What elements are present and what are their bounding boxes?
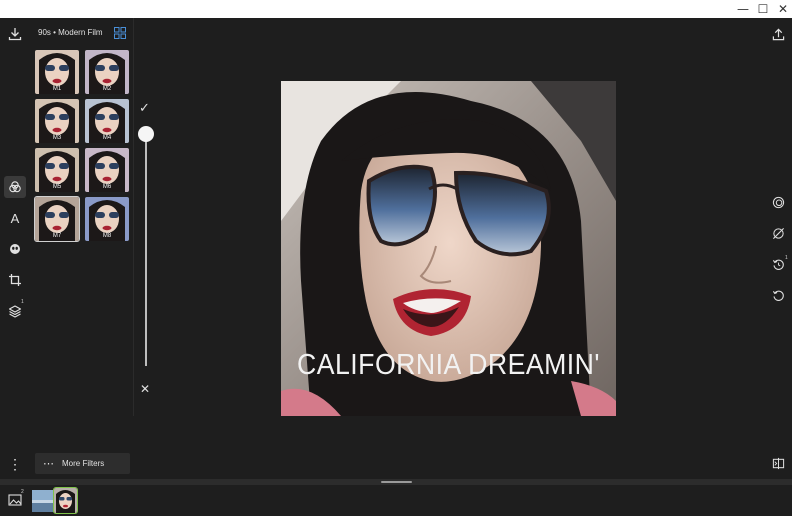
filter-thumbnail[interactable]: M7 <box>34 196 80 242</box>
filmstrip-thumbnail-landscape[interactable] <box>32 490 54 512</box>
more-filters-label: More Filters <box>62 459 105 468</box>
undo-button[interactable] <box>769 286 787 304</box>
photo-caption-text[interactable]: CALIFORNIA DREAMIN' <box>294 349 602 382</box>
filters-tool-button[interactable] <box>4 176 26 198</box>
vignette-icon <box>772 196 784 208</box>
left-toolbar: A 1 ⋮ <box>0 18 30 478</box>
apply-filter-button[interactable]: ✓ <box>139 100 150 116</box>
filter-thumbnail-label: M2 <box>102 86 112 92</box>
filter-thumbnail[interactable]: M3 <box>35 99 79 143</box>
filter-thumbnail-label: M1 <box>52 86 62 92</box>
undo-history-button[interactable]: 1 <box>769 255 788 273</box>
filter-thumbnail[interactable]: M4 <box>85 99 129 143</box>
strength-slider-track[interactable] <box>145 134 147 366</box>
crop-icon <box>9 274 21 286</box>
remove-effect-icon <box>772 227 784 239</box>
undo-icon <box>772 290 784 301</box>
window-titlebar: — ☐ ✕ <box>0 0 792 18</box>
landscape-thumbnail <box>32 490 54 512</box>
remove-effect-button[interactable] <box>769 224 787 242</box>
cancel-filter-button[interactable]: ✕ <box>140 382 150 396</box>
download-button[interactable] <box>4 23 26 45</box>
filter-thumbnail[interactable]: M8 <box>85 197 129 241</box>
filter-thumbnail[interactable]: M6 <box>85 148 129 192</box>
crop-tool-button[interactable] <box>4 269 26 291</box>
filter-thumbnail-label: M6 <box>102 184 112 190</box>
filmstrip-thumbnail-portrait[interactable] <box>53 487 78 514</box>
compare-button[interactable] <box>769 454 787 472</box>
filter-thumbnail[interactable]: M5 <box>35 148 79 192</box>
sticker-icon <box>10 244 20 254</box>
text-tool-button[interactable]: A <box>4 207 26 229</box>
more-horizontal-icon: ⋯ <box>43 458 54 470</box>
filmstrip: 2 <box>0 485 792 516</box>
text-icon: A <box>10 210 20 226</box>
gallery-button[interactable]: 2 <box>8 489 24 507</box>
filter-thumbnail-label: M5 <box>52 184 62 190</box>
portrait-thumbnail <box>54 488 77 513</box>
filmstrip-resize-handle[interactable] <box>381 481 412 483</box>
minimize-button[interactable]: — <box>734 1 752 17</box>
filter-thumbnail-label: M7 <box>52 233 62 239</box>
more-options-button[interactable]: ⋮ <box>4 453 26 475</box>
more-filters-button[interactable]: ⋯ More Filters <box>35 453 130 474</box>
close-icon: ✕ <box>140 382 151 396</box>
vignette-button[interactable] <box>769 193 787 211</box>
more-vertical-icon: ⋮ <box>8 455 22 472</box>
filter-thumbnail-label: M4 <box>102 135 112 141</box>
history-count-badge: 1 <box>785 255 788 261</box>
gallery-icon <box>8 494 22 506</box>
strength-slider-handle[interactable] <box>138 126 154 142</box>
photo-canvas[interactable]: CALIFORNIA DREAMIN' <box>281 81 616 416</box>
filter-strength-column: ✓ ✕ <box>134 18 158 416</box>
sticker-tool-button[interactable] <box>4 238 26 260</box>
filter-thumbnail[interactable]: M1 <box>35 50 79 94</box>
download-icon <box>8 28 22 41</box>
maximize-button[interactable]: ☐ <box>754 1 772 17</box>
share-button[interactable] <box>769 25 787 43</box>
filters-icon <box>9 181 21 193</box>
layers-icon <box>8 305 22 318</box>
undo-history-icon <box>772 259 784 270</box>
grid-view-icon[interactable] <box>114 27 126 39</box>
close-window-button[interactable]: ✕ <box>774 1 792 17</box>
compare-icon <box>772 457 784 469</box>
layers-tool-button[interactable]: 1 <box>4 299 26 322</box>
right-toolbar: 1 <box>766 18 790 478</box>
check-icon: ✓ <box>139 100 150 115</box>
layers-count-badge: 1 <box>21 299 24 305</box>
editor-app: A 1 ⋮ 90s • Modern Film M1 M2 M3 M4 M5 M6 M7 M8… <box>0 18 792 516</box>
share-icon <box>772 28 784 40</box>
gallery-count-badge: 2 <box>21 489 24 495</box>
filter-category-title: 90s • Modern Film <box>38 28 103 37</box>
filter-thumbnail[interactable]: M2 <box>85 50 129 94</box>
filter-thumbnail-label: M3 <box>52 135 62 141</box>
filter-panel: 90s • Modern Film M1 M2 M3 M4 M5 M6 M7 M8 <box>30 18 134 416</box>
filter-thumbnail-label: M8 <box>102 233 112 239</box>
